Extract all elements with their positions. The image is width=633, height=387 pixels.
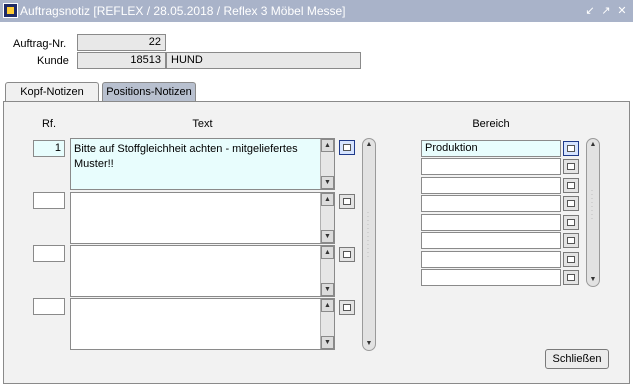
maximize-icon[interactable]: ↗ [599,4,613,18]
notes-scrollbar[interactable]: ▲ · · · · · · · · · · · · ▼ [362,138,376,351]
edit-note-4-icon[interactable] [339,300,355,315]
scroll-up-icon[interactable]: ▲ [321,299,334,312]
note-text-4[interactable]: ▲ ▼ [70,298,335,350]
tab-kopf-notizen[interactable]: Kopf-Notizen [5,82,99,102]
scroll-down-icon[interactable]: ▼ [321,230,334,243]
edit-bereich-3-icon[interactable] [563,178,579,193]
scroll-down-icon[interactable]: ▼ [321,283,334,296]
close-button[interactable]: Schließen [545,349,609,369]
text-column-header: Text [192,118,213,130]
bereich-field-8[interactable] [421,269,561,286]
bereich-field-6[interactable] [421,232,561,249]
rf-field-3[interactable] [33,245,65,262]
title-bar: Auftragsnotiz [REFLEX / 28.05.2018 / Ref… [0,0,633,22]
scroll-up-icon[interactable]: ▲ [588,140,598,150]
note-text-3[interactable]: ▲ ▼ [70,245,335,297]
edit-bereich-6-icon[interactable] [563,233,579,248]
edit-bereich-4-icon[interactable] [563,196,579,211]
bereich-field-5[interactable] [421,214,561,231]
scroll-up-icon[interactable]: ▲ [321,139,334,152]
scroll-grip-icon[interactable]: · · · · · · · · [591,188,595,229]
bereich-field-7[interactable] [421,251,561,268]
scroll-down-icon[interactable]: ▼ [364,339,374,349]
close-icon[interactable]: ✕ [615,4,629,18]
note-text-1[interactable]: Bitte auf Stoffgleichheit achten - mitge… [70,138,335,190]
note-text-2[interactable]: ▲ ▼ [70,192,335,244]
note-text-2-scrollbar[interactable]: ▲ ▼ [320,193,334,243]
edit-note-2-icon[interactable] [339,194,355,209]
edit-note-1-icon[interactable] [339,140,355,155]
bereich-field-4[interactable] [421,195,561,212]
edit-bereich-1-icon[interactable] [563,141,579,156]
rf-field-1[interactable]: 1 [33,140,65,157]
edit-note-3-icon[interactable] [339,247,355,262]
auftrag-label: Auftrag-Nr. [13,38,67,50]
edit-bereich-5-icon[interactable] [563,215,579,230]
minimize-icon[interactable]: ↙ [583,4,597,18]
bereich-column-header: Bereich [472,118,510,130]
window-title: Auftragsnotiz [REFLEX / 28.05.2018 / Ref… [20,4,346,18]
note-text-1-content: Bitte auf Stoffgleichheit achten - mitge… [74,143,298,170]
scroll-down-icon[interactable]: ▼ [321,336,334,349]
edit-bereich-8-icon[interactable] [563,270,579,285]
scroll-up-icon[interactable]: ▲ [364,140,374,150]
kunde-name-field[interactable]: HUND [166,52,361,69]
scroll-up-icon[interactable]: ▲ [321,193,334,206]
kunde-number-field[interactable]: 18513 [77,52,166,69]
bereich-field-3[interactable] [421,177,561,194]
rf-field-4[interactable] [33,298,65,315]
rf-field-2[interactable] [33,192,65,209]
scroll-down-icon[interactable]: ▼ [588,275,598,285]
scroll-grip-icon[interactable]: · · · · · · · · · · · · [367,210,371,271]
scroll-up-icon[interactable]: ▲ [321,246,334,259]
edit-bereich-7-icon[interactable] [563,252,579,267]
bereich-field-2[interactable] [421,158,561,175]
rf-column-header: Rf. [41,118,57,130]
tab-positions-notizen[interactable]: Positions-Notizen [102,82,196,102]
bereich-field-1[interactable]: Produktion [421,140,561,157]
note-text-4-scrollbar[interactable]: ▲ ▼ [320,299,334,349]
scroll-down-icon[interactable]: ▼ [321,176,334,189]
bereich-scrollbar[interactable]: ▲ · · · · · · · · ▼ [586,138,600,287]
auftrag-number-field[interactable]: 22 [77,34,166,51]
edit-bereich-2-icon[interactable] [563,159,579,174]
note-text-1-scrollbar[interactable]: ▲ ▼ [320,139,334,189]
note-text-3-scrollbar[interactable]: ▲ ▼ [320,246,334,296]
app-icon [3,3,18,18]
kunde-label: Kunde [37,55,69,67]
